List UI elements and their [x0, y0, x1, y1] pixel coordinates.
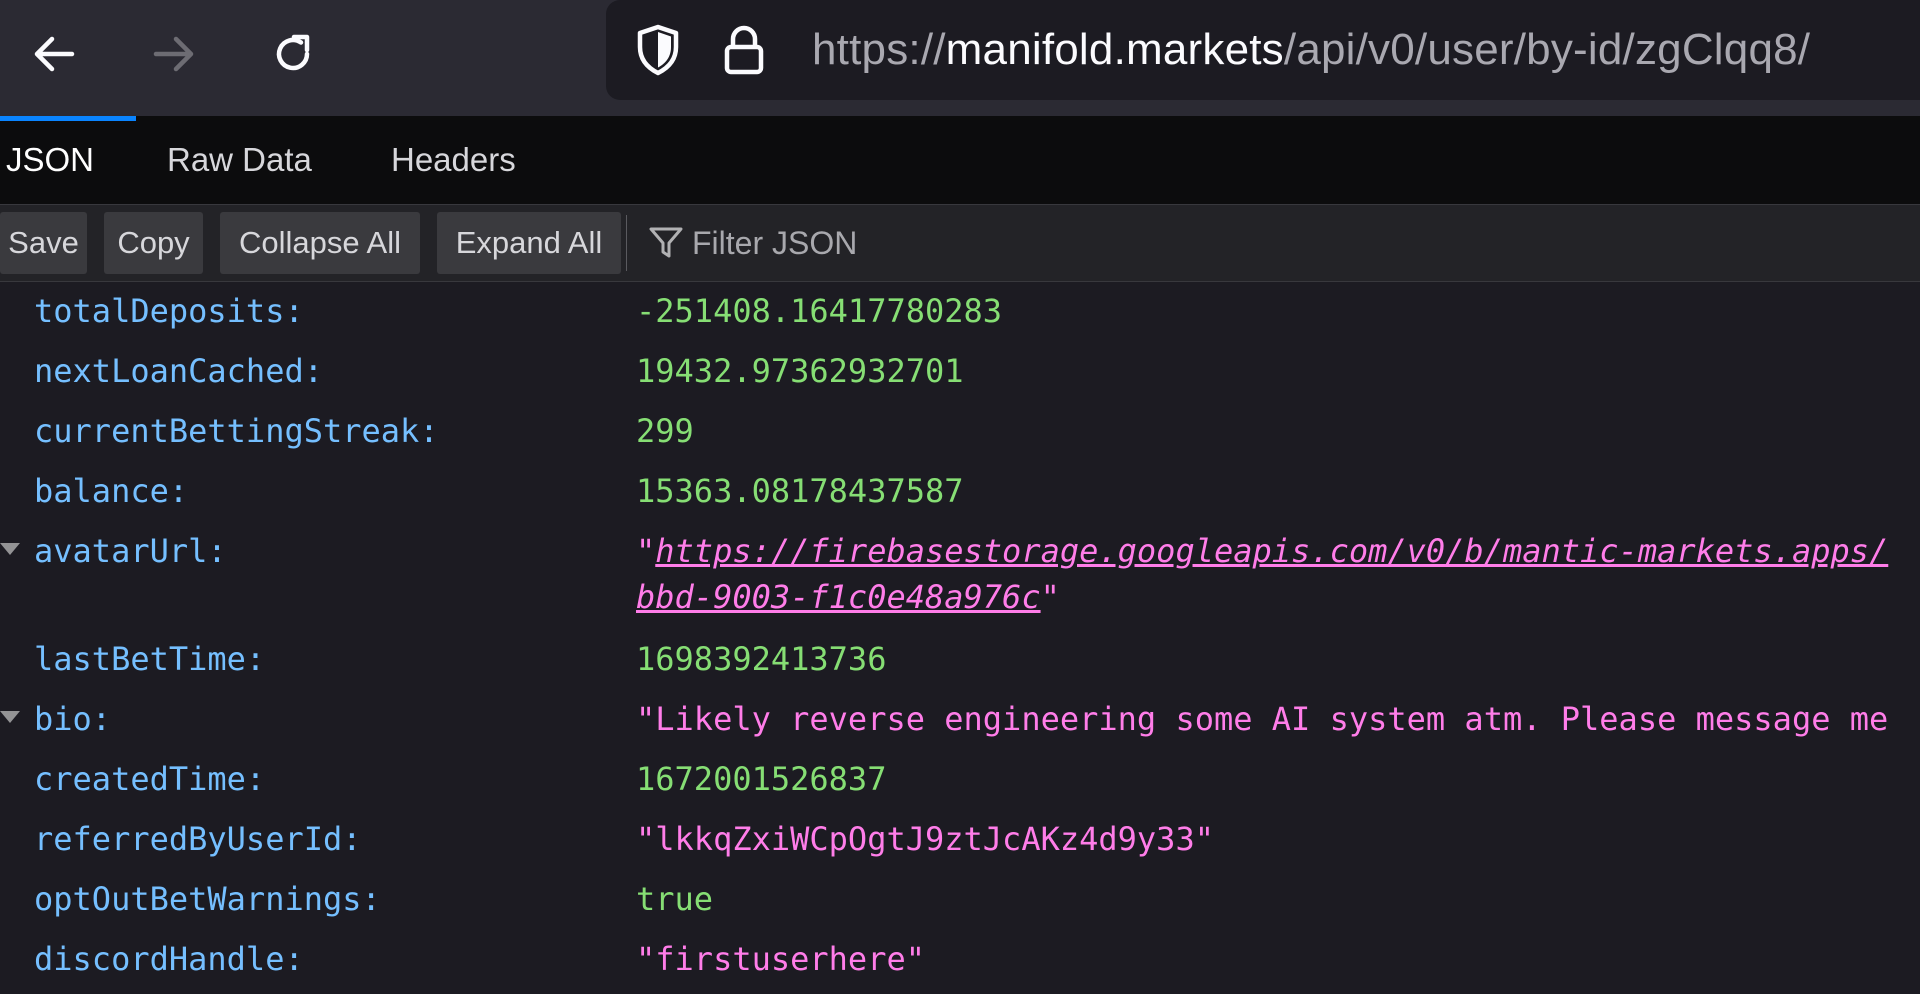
json-value: 1698392413736	[636, 640, 887, 678]
expand-twisty-icon[interactable]	[0, 711, 20, 723]
tab-raw-data[interactable]: Raw Data	[167, 116, 312, 204]
viewer-tabs: JSON Raw Data Headers	[0, 116, 1920, 204]
url-text[interactable]: https://manifold.markets/api/v0/user/by-…	[812, 0, 1810, 100]
quote-mark: "	[1040, 578, 1060, 616]
expand-twisty-icon[interactable]	[0, 543, 20, 555]
json-key: optOutBetWarnings:	[34, 880, 381, 918]
json-value: true	[636, 880, 714, 918]
json-value: 1672001526837	[636, 760, 887, 798]
json-key: balance:	[34, 472, 189, 510]
toolbar-divider	[626, 215, 627, 271]
quote-mark: "	[636, 532, 656, 570]
forward-button[interactable]	[138, 18, 210, 90]
url-scheme: https://	[812, 25, 946, 74]
reload-icon	[276, 34, 310, 71]
browser-toolbar: https://manifold.markets/api/v0/user/by-…	[0, 0, 1920, 116]
json-tree: totalDeposits: -251408.16417780283 nextL…	[0, 281, 1920, 994]
json-row-referredByUserId[interactable]: referredByUserId: "lkkqZxiWCpOgtJ9ztJcAK…	[0, 809, 1920, 869]
json-key: referredByUserId:	[34, 820, 362, 858]
json-value: "firstuserhere"	[636, 940, 925, 978]
filter-icon	[649, 227, 683, 258]
json-row-balance[interactable]: balance: 15363.08178437587	[0, 461, 1920, 521]
json-key: bio:	[34, 700, 112, 738]
json-value: -251408.16417780283	[636, 292, 1003, 330]
json-row-bio[interactable]: bio: "Likely reverse engineering some AI…	[0, 689, 1920, 749]
json-key: lastBetTime:	[34, 640, 266, 678]
json-row-createdTime[interactable]: createdTime: 1672001526837	[0, 749, 1920, 809]
json-value-continuation: bbd-9003-f1c0e48a976c"	[636, 567, 1060, 627]
expand-all-button[interactable]: Expand All	[437, 212, 621, 274]
back-arrow-icon	[34, 36, 75, 72]
json-row-lastBetTime[interactable]: lastBetTime: 1698392413736	[0, 629, 1920, 689]
avatar-url-link-continued[interactable]: bbd-9003-f1c0e48a976c	[636, 578, 1041, 616]
json-value: 299	[636, 412, 694, 450]
json-row-optOutBetWarnings[interactable]: optOutBetWarnings: true	[0, 869, 1920, 929]
tab-headers[interactable]: Headers	[391, 116, 516, 204]
shield-icon[interactable]	[630, 22, 686, 78]
tab-json[interactable]: JSON	[6, 116, 94, 204]
json-row-avatarUrl[interactable]: avatarUrl: "https://firebasestorage.goog…	[0, 521, 1920, 629]
json-value: "Likely reverse engineering some AI syst…	[636, 700, 1889, 738]
url-path: /api/v0/user/by-id/zgClqq8/	[1283, 25, 1811, 74]
lock-icon[interactable]	[716, 22, 772, 78]
json-viewer-window: https://manifold.markets/api/v0/user/by-…	[0, 0, 1920, 994]
json-key: createdTime:	[34, 760, 266, 798]
json-key: avatarUrl:	[34, 532, 227, 570]
url-bar[interactable]: https://manifold.markets/api/v0/user/by-…	[606, 0, 1920, 100]
collapse-all-button[interactable]: Collapse All	[220, 212, 420, 274]
json-row-totalDeposits[interactable]: totalDeposits: -251408.16417780283	[0, 281, 1920, 341]
save-button[interactable]: Save	[0, 212, 87, 274]
json-row-discordHandle[interactable]: discordHandle: "firstuserhere"	[0, 929, 1920, 989]
json-key: totalDeposits:	[34, 292, 304, 330]
copy-button[interactable]: Copy	[104, 212, 203, 274]
json-key: currentBettingStreak:	[34, 412, 439, 450]
json-value: "lkkqZxiWCpOgtJ9ztJcAKz4d9y33"	[636, 820, 1214, 858]
json-value: 19432.97362932701	[636, 352, 964, 390]
avatar-url-link[interactable]: https://firebasestorage.googleapis.com/v…	[655, 532, 1888, 570]
json-value: 15363.08178437587	[636, 472, 964, 510]
json-key: discordHandle:	[34, 940, 304, 978]
filter-json-input[interactable]	[692, 213, 1592, 273]
url-host: manifold.markets	[945, 25, 1284, 74]
forward-arrow-icon	[153, 36, 194, 72]
json-action-bar: Save Copy Collapse All Expand All	[0, 204, 1920, 282]
json-row-currentBettingStreak[interactable]: currentBettingStreak: 299	[0, 401, 1920, 461]
json-row-nextLoanCached[interactable]: nextLoanCached: 19432.97362932701	[0, 341, 1920, 401]
json-key: nextLoanCached:	[34, 352, 323, 390]
reload-button[interactable]	[257, 18, 329, 90]
back-button[interactable]	[18, 18, 90, 90]
